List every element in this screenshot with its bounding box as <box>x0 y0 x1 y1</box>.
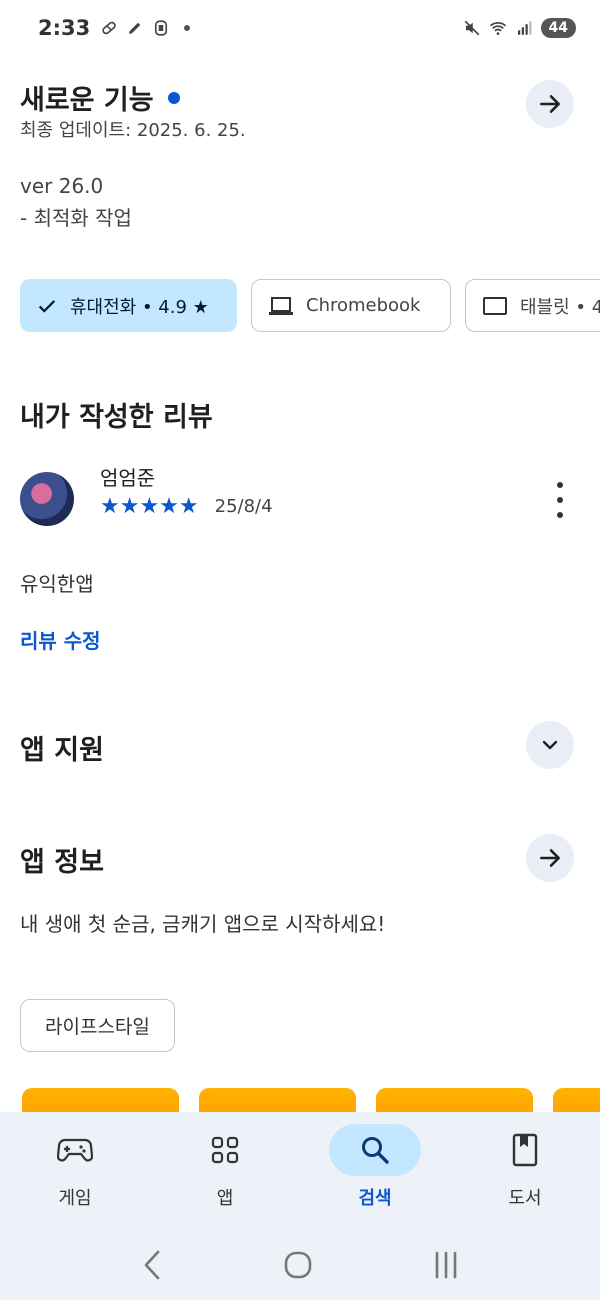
book-icon <box>512 1133 538 1167</box>
category-tag[interactable]: 라이프스타일 <box>20 999 175 1052</box>
last-updated-text: 최종 업데이트: 2025. 6. 25. <box>20 120 246 141</box>
pill-icon <box>102 21 116 35</box>
chip-tablet-label: 태블릿 • 4 <box>520 296 600 318</box>
gamepad-icon <box>57 1138 93 1162</box>
star-rating: ★★★★★ <box>100 494 199 519</box>
nav-search[interactable]: 검색 <box>300 1112 450 1230</box>
my-review-title: 내가 작성한 리뷰 <box>20 402 213 433</box>
app-support-title[interactable]: 앱 지원 <box>20 728 104 767</box>
edit-review-link[interactable]: 리뷰 수정 <box>20 625 101 654</box>
wifi-icon <box>489 22 506 35</box>
chip-tablet[interactable]: 태블릿 • 4 <box>465 279 600 332</box>
arrow-right-icon <box>540 95 560 113</box>
chevron-down-icon <box>542 740 558 750</box>
reviewer-name: 엄엄준 <box>100 466 156 490</box>
recents-icon[interactable] <box>430 1249 462 1281</box>
nav-apps-label: 앱 <box>216 1188 234 1209</box>
nav-search-label: 검색 <box>358 1188 392 1209</box>
arrow-right-icon <box>540 849 560 867</box>
nav-books[interactable]: 도서 <box>450 1112 600 1230</box>
bottom-navigation: 게임 앱 검색 도서 <box>0 1112 600 1230</box>
back-icon[interactable] <box>138 1248 166 1282</box>
battery-level: 44 <box>540 18 576 38</box>
nav-apps[interactable]: 앱 <box>150 1112 300 1230</box>
chip-phone-label: 휴대전화 • 4.9 ★ <box>70 296 209 318</box>
review-more-options-button[interactable] <box>548 482 572 518</box>
status-time: 2:33 <box>38 16 91 40</box>
chip-phone[interactable]: 휴대전화 • 4.9 ★ <box>20 279 237 332</box>
notes-text: - 최적화 작업 <box>20 206 132 230</box>
system-navigation-bar <box>0 1230 600 1300</box>
review-rating: ★★★★★ 25/8/4 <box>100 494 273 519</box>
app-support-expand-button[interactable] <box>526 721 574 769</box>
badge-icon <box>155 20 168 36</box>
app-info-title[interactable]: 앱 정보 <box>20 840 104 879</box>
new-indicator-dot <box>167 91 180 104</box>
device-filter-chips: 휴대전화 • 4.9 ★ Chromebook 태블릿 • 4 <box>20 279 600 332</box>
whats-new-header[interactable]: 새로운 기능 <box>20 78 180 117</box>
home-icon[interactable] <box>282 1249 314 1281</box>
whats-new-title: 새로운 기능 <box>20 85 154 116</box>
status-bar: 2:33 44 <box>0 0 600 56</box>
laptop-icon <box>268 295 294 317</box>
chip-chromebook[interactable]: Chromebook <box>251 279 451 332</box>
avatar <box>20 472 74 526</box>
review-text: 유익한앱 <box>20 572 94 596</box>
tablet-icon <box>482 295 508 317</box>
signal-icon <box>517 21 532 35</box>
app-info-arrow-button[interactable] <box>526 834 574 882</box>
release-notes: ver 26.0 - 최적화 작업 <box>20 170 132 234</box>
mute-icon <box>464 20 479 36</box>
nav-games-label: 게임 <box>58 1188 92 1209</box>
edit-icon <box>129 22 141 34</box>
app-description: 내 생애 첫 순금, 금캐기 앱으로 시작하세요! <box>20 912 386 936</box>
check-icon <box>36 295 58 317</box>
notification-dot <box>184 25 191 31</box>
nav-games[interactable]: 게임 <box>0 1112 150 1230</box>
version-text: ver 26.0 <box>20 174 104 198</box>
nav-books-label: 도서 <box>508 1188 542 1209</box>
whats-new-arrow-button[interactable] <box>526 80 574 128</box>
apps-grid-icon <box>211 1136 239 1164</box>
review-date: 25/8/4 <box>214 496 273 517</box>
more-vert-icon <box>557 482 563 488</box>
search-icon <box>362 1137 389 1164</box>
chip-chromebook-label: Chromebook <box>306 295 421 316</box>
